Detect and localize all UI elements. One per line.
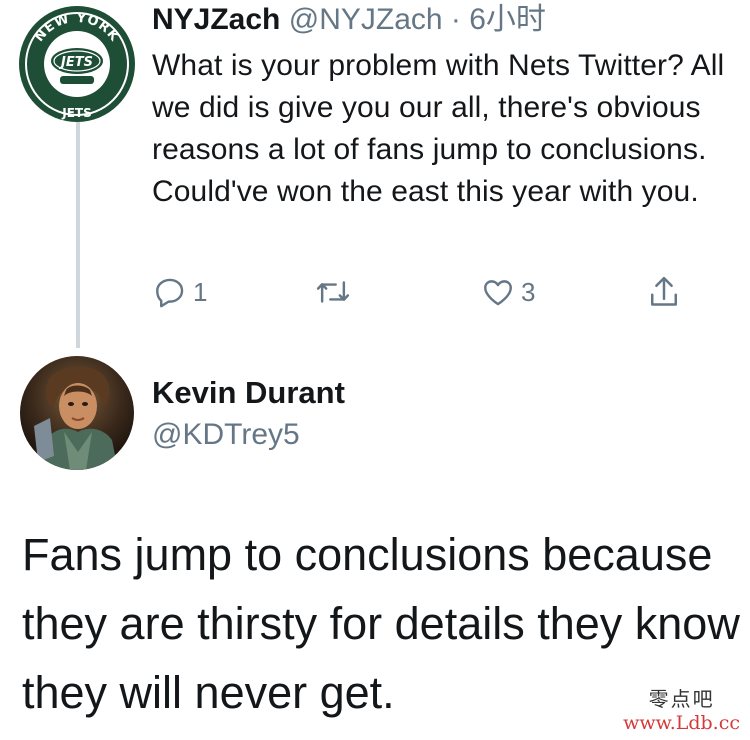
avatar-photo-icon xyxy=(20,356,134,470)
share-button[interactable] xyxy=(647,272,681,312)
retweet-icon xyxy=(316,281,350,303)
like-button[interactable]: 3 xyxy=(481,272,535,312)
reply-button[interactable]: 1 xyxy=(153,272,207,312)
jets-logo-icon: NEW YORK JETS JETS xyxy=(19,6,135,122)
thread-connector-line xyxy=(76,120,80,348)
reply-tweet-header: NYJZach @NYJZach · 6小时 xyxy=(152,2,546,38)
site-watermark: 零点吧 www.Ldb.cc xyxy=(623,683,740,734)
like-icon xyxy=(484,280,512,306)
tweet-timestamp[interactable]: 6小时 xyxy=(469,3,546,36)
nyjzach-avatar[interactable]: NEW YORK JETS JETS xyxy=(18,5,136,123)
nyjzach-display-name[interactable]: NYJZach xyxy=(152,3,280,36)
header-separator: · xyxy=(450,3,461,36)
jets-logo-bottom-text: JETS xyxy=(61,106,92,120)
reply-count: 1 xyxy=(193,276,208,307)
main-tweet-line-1: Fans jump to conclusions because xyxy=(22,529,713,580)
like-count: 3 xyxy=(521,276,536,307)
kevin-durant-display-name[interactable]: Kevin Durant xyxy=(152,375,345,411)
kevin-durant-handle[interactable]: @KDTrey5 xyxy=(152,418,300,452)
kevin-durant-avatar[interactable] xyxy=(20,356,134,470)
retweet-button[interactable] xyxy=(314,272,352,312)
main-tweet-line-2: they are thirsty for details they know xyxy=(22,598,740,649)
watermark-url: www.Ldb.cc xyxy=(623,712,740,734)
nyjzach-handle[interactable]: @NYJZach xyxy=(289,3,443,36)
tweet-action-bar: 1 3 xyxy=(0,272,750,312)
watermark-cn-text: 零点吧 xyxy=(648,687,715,711)
jets-logo-center-text: JETS xyxy=(58,55,93,70)
reply-icon xyxy=(156,278,184,308)
reply-tweet-body: What is your problem with Nets Twitter? … xyxy=(152,49,725,208)
share-icon xyxy=(650,276,678,306)
